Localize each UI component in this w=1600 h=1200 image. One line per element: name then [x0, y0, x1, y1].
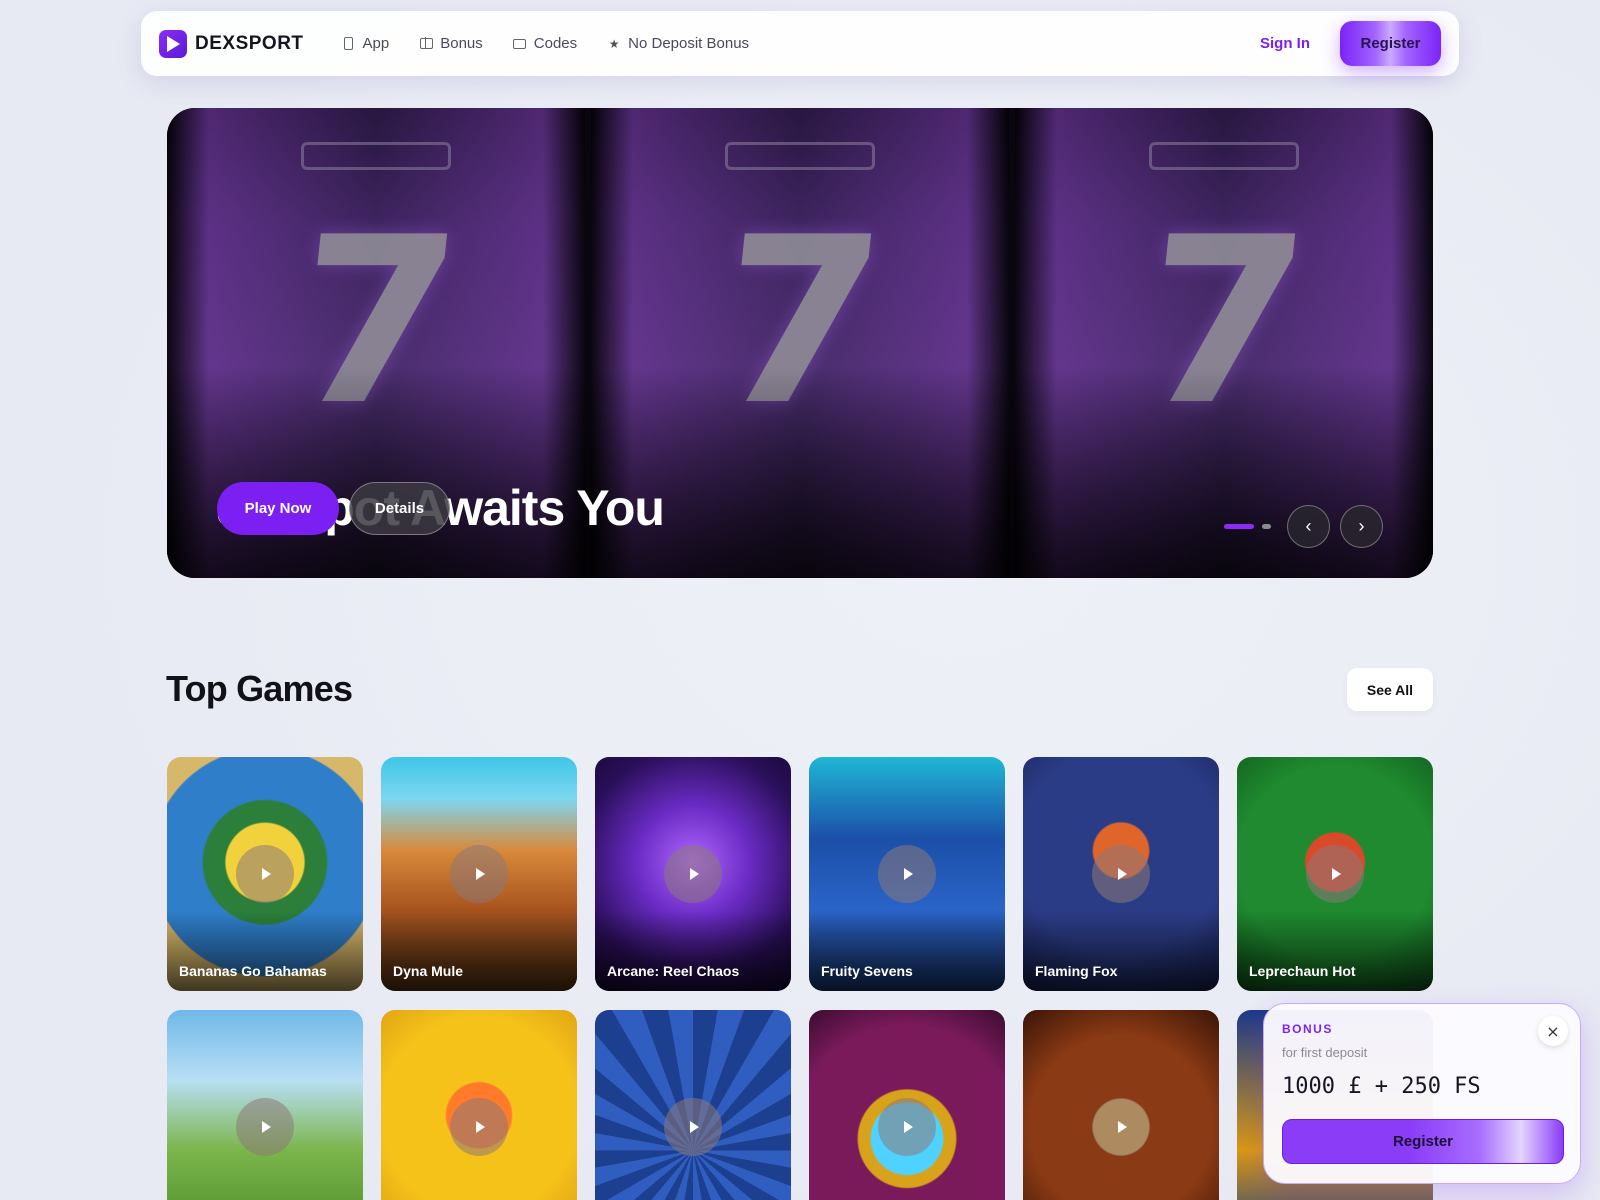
play-now-button[interactable]: Play Now [217, 482, 339, 535]
carousel-dots [1224, 524, 1271, 529]
header-actions: Sign In Register [1260, 21, 1441, 66]
brand-name: DEXSPORT [195, 32, 304, 54]
bonus-subtitle: for first deposit [1282, 1045, 1368, 1060]
carousel-next-button[interactable]: › [1340, 505, 1383, 548]
hero-actions: Play Now Details [217, 482, 450, 535]
game-card-mr-crystalman[interactable] [809, 1010, 1005, 1200]
ticket-icon [513, 37, 527, 51]
play-icon [878, 845, 936, 903]
game-title: Flaming Fox [1035, 963, 1118, 979]
dexsport-logo-icon [159, 29, 187, 58]
see-all-button[interactable]: See All [1347, 668, 1433, 711]
star-icon: ★ [608, 36, 620, 51]
register-button[interactable]: Register [1340, 21, 1441, 66]
game-card-leprechaun-hot[interactable]: Leprechaun Hot [1237, 757, 1433, 991]
nav-item-label: Codes [533, 35, 578, 52]
play-icon [236, 845, 294, 903]
play-icon [878, 1098, 936, 1156]
carousel-dot[interactable] [1262, 524, 1271, 529]
sign-in-link[interactable]: Sign In [1260, 35, 1310, 52]
close-button[interactable]: × [1538, 1016, 1568, 1046]
game-card-fruits-collection[interactable] [381, 1010, 577, 1200]
play-icon [450, 845, 508, 903]
nav-item-bonus[interactable]: Bonus [419, 35, 483, 52]
game-title: Leprechaun Hot [1249, 963, 1356, 979]
nav-item-codes[interactable]: Codes [513, 35, 577, 52]
top-header: DEXSPORT App Bonus Codes ★ No Deposit Bo… [141, 11, 1459, 76]
play-icon [1092, 845, 1150, 903]
game-title: Arcane: Reel Chaos [607, 963, 740, 979]
game-card-wild-rush-bunny[interactable] [167, 1010, 363, 1200]
nav-item-label: App [362, 35, 390, 52]
game-title: Bananas Go Bahamas [179, 963, 327, 979]
carousel-prev-button[interactable]: ‹ [1287, 505, 1330, 548]
hero-banner: 7 7 7 Jackpot Awaits You Play Now Detail… [167, 108, 1433, 578]
game-title: Fruity Sevens [821, 963, 913, 979]
game-card-arcane-reel-chaos[interactable]: Arcane: Reel Chaos [595, 757, 791, 991]
bonus-label: BONUS [1282, 1022, 1333, 1036]
play-icon [236, 1098, 294, 1156]
bonus-popup: BONUS for first deposit 1000 £ + 250 FS … [1263, 1003, 1581, 1184]
play-icon [1092, 1098, 1150, 1156]
game-card-bananas-go-bahamas[interactable]: Bananas Go Bahamas [167, 757, 363, 991]
play-icon [664, 1098, 722, 1156]
brand-logo[interactable]: DEXSPORT [159, 29, 304, 58]
close-icon: × [1546, 1021, 1560, 1041]
play-icon [664, 845, 722, 903]
bonus-register-button[interactable]: Register [1282, 1119, 1564, 1164]
game-card-dyna-mule[interactable]: Dyna Mule [381, 757, 577, 991]
phone-icon [342, 37, 356, 51]
game-card-navy-girl[interactable] [595, 1010, 791, 1200]
play-icon [450, 1098, 508, 1156]
chevron-left-icon: ‹ [1305, 516, 1312, 536]
details-button[interactable]: Details [349, 482, 450, 535]
bonus-amount: 1000 £ + 250 FS [1282, 1074, 1481, 1099]
nav-item-app[interactable]: App [342, 35, 390, 52]
game-card-ram-game[interactable] [1023, 1010, 1219, 1200]
nav-item-no-deposit-bonus[interactable]: ★ No Deposit Bonus [607, 35, 749, 52]
game-title: Dyna Mule [393, 963, 464, 979]
nav-item-label: No Deposit Bonus [628, 35, 750, 52]
carousel-dot-active[interactable] [1224, 524, 1254, 529]
play-icon [1306, 845, 1364, 903]
gift-icon [419, 37, 433, 51]
game-card-flaming-fox[interactable]: Flaming Fox [1023, 757, 1219, 991]
top-games-title: Top Games [166, 668, 353, 709]
nav-item-label: Bonus [440, 35, 483, 52]
chevron-right-icon: › [1358, 516, 1365, 536]
game-card-fruity-sevens[interactable]: Fruity Sevens [809, 757, 1005, 991]
carousel-controls: ‹ › [1224, 505, 1383, 548]
main-nav: App Bonus Codes ★ No Deposit Bonus [342, 35, 749, 52]
